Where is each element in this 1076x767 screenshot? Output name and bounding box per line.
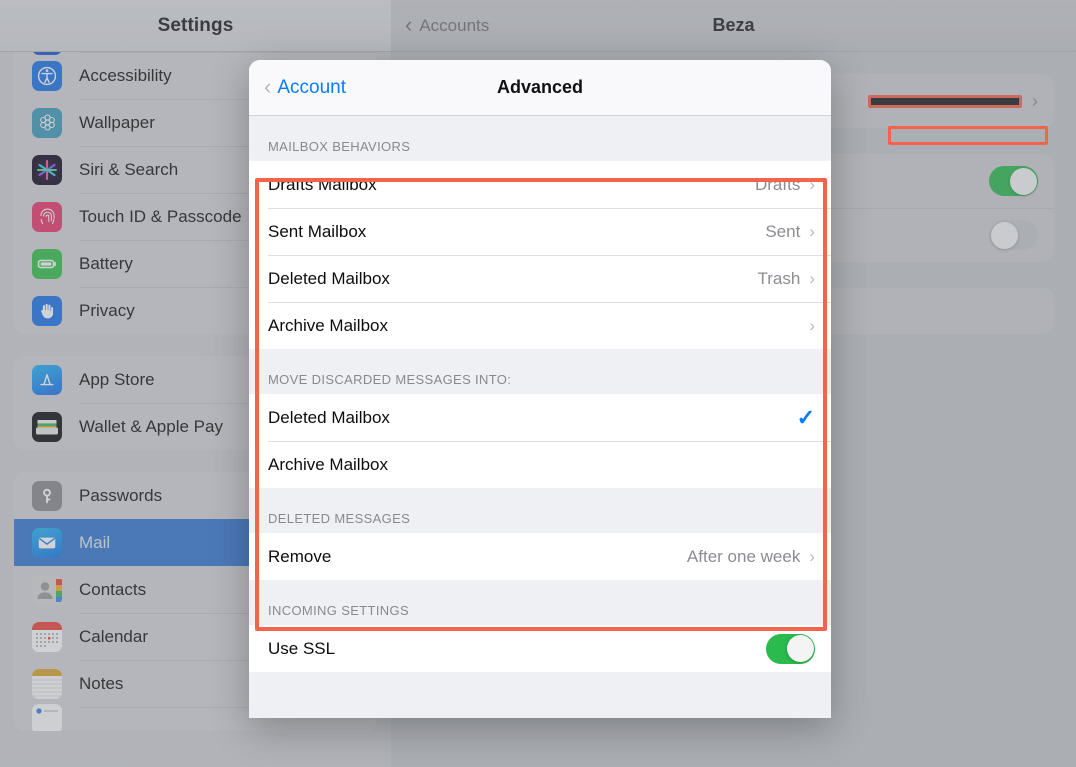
section-header-incoming-settings: INCOMING SETTINGS xyxy=(268,603,410,618)
detail-header: ‹ Accounts Beza xyxy=(391,0,1076,52)
advanced-settings-sheet: ‹ Account Advanced MAILBOX BEHAVIORS Dra… xyxy=(249,60,831,718)
privacy-icon xyxy=(32,295,62,326)
row-use-ssl[interactable]: Use SSL xyxy=(249,625,831,672)
chevron-left-icon: ‹ xyxy=(264,74,272,99)
row-move-to-deleted-mailbox[interactable]: Deleted Mailbox ✓ xyxy=(249,394,831,441)
row-value: After one week xyxy=(686,546,801,566)
row-remove[interactable]: Remove After one week › xyxy=(249,533,831,580)
section-list-move-discarded: Deleted Mailbox ✓ Archive Mailbox xyxy=(249,394,831,488)
row-value: Drafts xyxy=(754,174,801,194)
reminders-icon xyxy=(32,704,62,731)
sidebar-item-label: Notes xyxy=(79,673,124,693)
notes-icon xyxy=(32,668,62,699)
row-sent-mailbox[interactable]: Sent Mailbox Sent › xyxy=(249,208,831,255)
sheet-nav-bar: ‹ Account Advanced xyxy=(249,60,831,116)
sheet-body[interactable]: MAILBOX BEHAVIORS Drafts Mailbox Drafts … xyxy=(249,116,831,718)
section-list-incoming-settings: Use SSL xyxy=(249,625,831,672)
sidebar-item-label: Privacy xyxy=(79,300,135,320)
calendar-icon xyxy=(32,621,62,652)
row-archive-mailbox[interactable]: Archive Mailbox › xyxy=(249,302,831,349)
mail-toggle[interactable] xyxy=(989,166,1038,196)
row-drafts-mailbox[interactable]: Drafts Mailbox Drafts › xyxy=(249,161,831,208)
sidebar-header: Settings xyxy=(0,0,391,52)
sheet-back-label: Account xyxy=(277,76,346,98)
row-value: Sent xyxy=(765,221,801,241)
section-header-deleted-messages: DELETED MESSAGES xyxy=(268,511,411,526)
section-header-move-discarded: MOVE DISCARDED MESSAGES INTO: xyxy=(268,372,512,387)
sheet-back-button[interactable]: ‹ Account xyxy=(264,74,346,99)
chevron-right-icon: › xyxy=(1032,90,1038,111)
sidebar-title: Settings xyxy=(157,14,234,36)
notes-toggle[interactable] xyxy=(989,220,1038,250)
row-label: Drafts Mailbox xyxy=(268,174,377,194)
chevron-right-icon: › xyxy=(809,547,815,566)
detail-back-label: Accounts xyxy=(419,15,490,35)
wallpaper-icon xyxy=(32,107,62,138)
sidebar-item-label: Wallet & Apple Pay xyxy=(79,416,223,436)
row-label: Use SSL xyxy=(268,638,336,658)
chevron-right-icon: › xyxy=(809,222,815,241)
contacts-icon xyxy=(32,574,62,605)
section-list-deleted-messages: Remove After one week › xyxy=(249,533,831,580)
sidebar-item-label: Touch ID & Passcode xyxy=(79,206,242,226)
passwords-icon xyxy=(32,480,62,511)
sidebar-item-label: Accessibility xyxy=(79,65,172,85)
mail-icon xyxy=(32,527,62,558)
wallet-icon xyxy=(32,411,62,442)
sidebar-item-label: Passwords xyxy=(79,485,163,505)
chevron-right-icon: › xyxy=(809,269,815,288)
appstore-icon xyxy=(32,364,62,395)
detail-title: Beza xyxy=(712,15,755,35)
sidebar-item-label: Siri & Search xyxy=(79,159,179,179)
section-header-mailbox-behaviors: MAILBOX BEHAVIORS xyxy=(268,139,411,154)
row-label: Archive Mailbox xyxy=(268,315,388,335)
touchid-icon xyxy=(32,201,62,232)
accessibility-icon xyxy=(32,60,62,91)
sidebar-item-label: Contacts xyxy=(79,579,147,599)
checkmark-icon: ✓ xyxy=(796,404,815,430)
section-list-mailbox-behaviors: Drafts Mailbox Drafts › Sent Mailbox Sen… xyxy=(249,161,831,349)
siri-icon xyxy=(32,154,62,185)
chevron-right-icon: › xyxy=(809,316,815,335)
row-label: Remove xyxy=(268,546,332,566)
row-deleted-mailbox[interactable]: Deleted Mailbox Trash › xyxy=(249,255,831,302)
battery-icon xyxy=(32,248,62,279)
use-ssl-toggle[interactable] xyxy=(766,633,815,664)
chevron-left-icon: ‹ xyxy=(405,11,413,37)
row-value: Trash xyxy=(757,268,801,288)
row-label: Deleted Mailbox xyxy=(268,268,390,288)
sidebar-item-label: Calendar xyxy=(79,626,148,646)
detail-back-button[interactable]: ‹ Accounts xyxy=(405,11,490,37)
sidebar-item-label: Wallpaper xyxy=(79,112,155,132)
row-move-to-archive-mailbox[interactable]: Archive Mailbox xyxy=(249,441,831,488)
row-label: Deleted Mailbox xyxy=(268,407,390,427)
redacted-email-value xyxy=(868,94,1022,108)
row-label: Archive Mailbox xyxy=(268,454,388,474)
chevron-right-icon: › xyxy=(809,175,815,194)
row-label: Sent Mailbox xyxy=(268,221,367,241)
sidebar-item-label: Mail xyxy=(79,532,111,552)
sidebar-item-label: App Store xyxy=(79,369,155,389)
sidebar-item-label: Battery xyxy=(79,253,133,273)
